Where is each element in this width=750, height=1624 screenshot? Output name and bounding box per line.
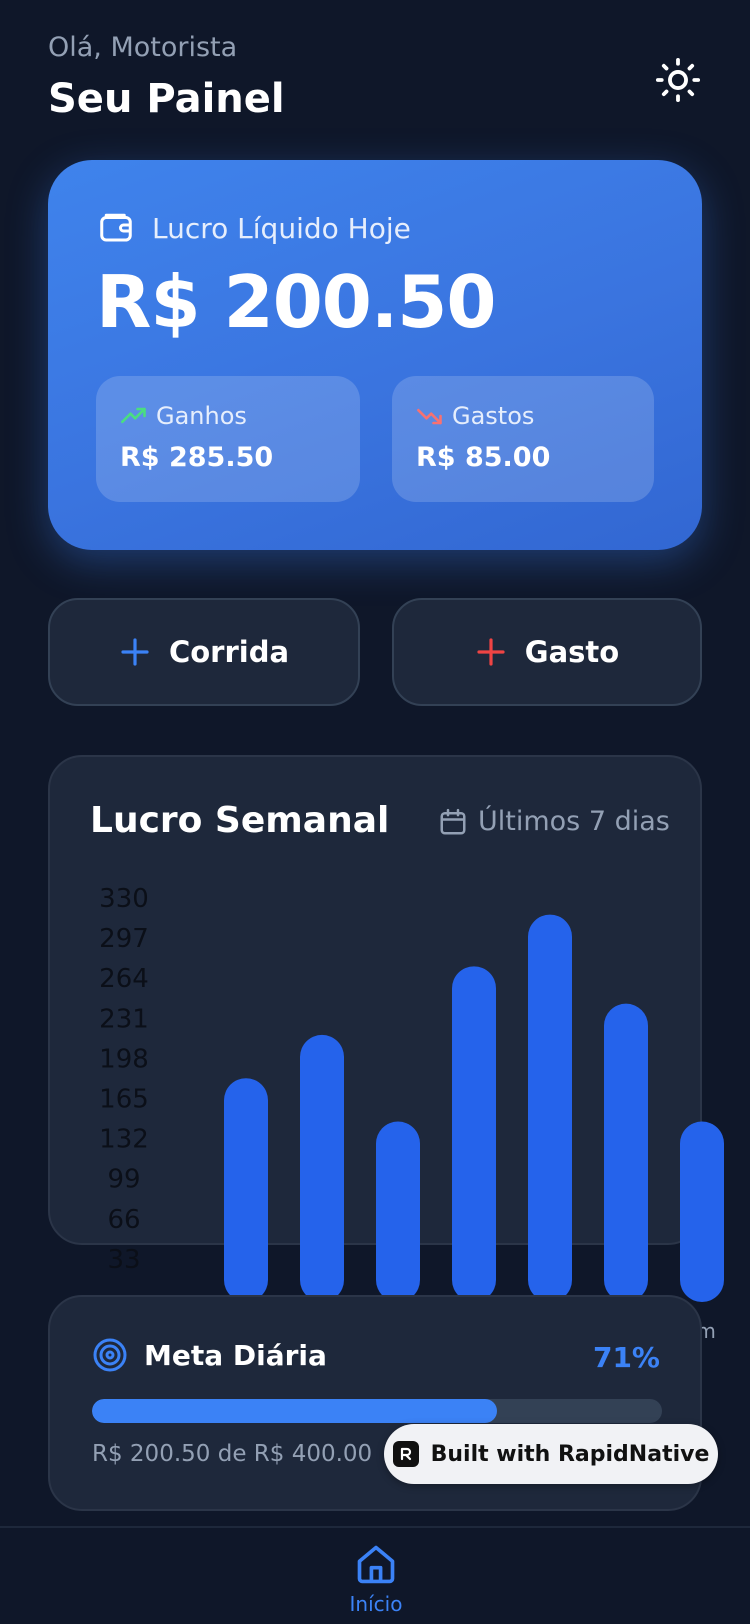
bottom-navigation: Início — [0, 1526, 750, 1624]
add-expense-button[interactable]: Gasto — [392, 598, 702, 706]
plus-icon — [477, 638, 505, 666]
earnings-label: Ganhos — [156, 402, 247, 430]
plus-icon — [121, 638, 149, 666]
built-with-badge[interactable]: Built with RapidNative — [384, 1424, 718, 1484]
net-profit-header: Lucro Líquido Hoje — [98, 210, 411, 246]
sun-icon — [655, 57, 701, 103]
expenses-value: R$ 85.00 — [416, 442, 551, 473]
daily-goal-progress-fill — [92, 1399, 497, 1423]
theme-toggle-button[interactable] — [652, 54, 704, 106]
target-icon — [93, 1338, 127, 1372]
expenses-label: Gastos — [452, 402, 535, 430]
app-screen: Olá, Motorista Seu Painel Lucro Líquido … — [0, 0, 750, 1624]
nav-home-label: Início — [349, 1592, 403, 1616]
net-profit-label: Lucro Líquido Hoje — [152, 211, 411, 245]
expenses-box: Gastos R$ 85.00 — [392, 376, 654, 502]
add-expense-label: Gasto — [524, 635, 620, 669]
home-icon — [357, 1545, 395, 1584]
date-range-label: Últimos 7 dias — [478, 806, 670, 837]
greeting-text: Olá, Motorista — [48, 32, 238, 63]
trending-down-icon — [417, 408, 442, 425]
daily-goal-title: Meta Diária — [144, 1338, 327, 1372]
nav-item-home[interactable]: Início — [338, 1542, 414, 1624]
page-title: Seu Painel — [48, 76, 285, 122]
net-profit-value: R$ 200.50 — [96, 260, 496, 344]
daily-goal-progress-track — [92, 1399, 662, 1423]
y-tick-label: 33 — [107, 1245, 140, 1275]
wallet-icon — [100, 213, 132, 242]
date-range-selector[interactable]: Últimos 7 dias — [438, 806, 670, 837]
add-ride-button[interactable]: Corrida — [48, 598, 360, 706]
net-profit-card: Lucro Líquido Hoje R$ 200.50 Ganhos R$ 2… — [48, 160, 702, 550]
add-ride-label: Corrida — [168, 635, 290, 669]
earnings-box: Ganhos R$ 285.50 — [96, 376, 360, 502]
calendar-icon — [440, 808, 466, 834]
trending-up-icon — [121, 407, 146, 424]
daily-goal-percent: 71% — [592, 1341, 660, 1374]
weekly-profit-title: Lucro Semanal — [90, 800, 390, 841]
earnings-value: R$ 285.50 — [120, 442, 274, 473]
daily-goal-text: R$ 200.50 de R$ 400.00 — [92, 1441, 373, 1467]
rapidnative-logo-icon — [392, 1441, 419, 1467]
built-with-label: Built with RapidNative — [430, 1441, 710, 1467]
